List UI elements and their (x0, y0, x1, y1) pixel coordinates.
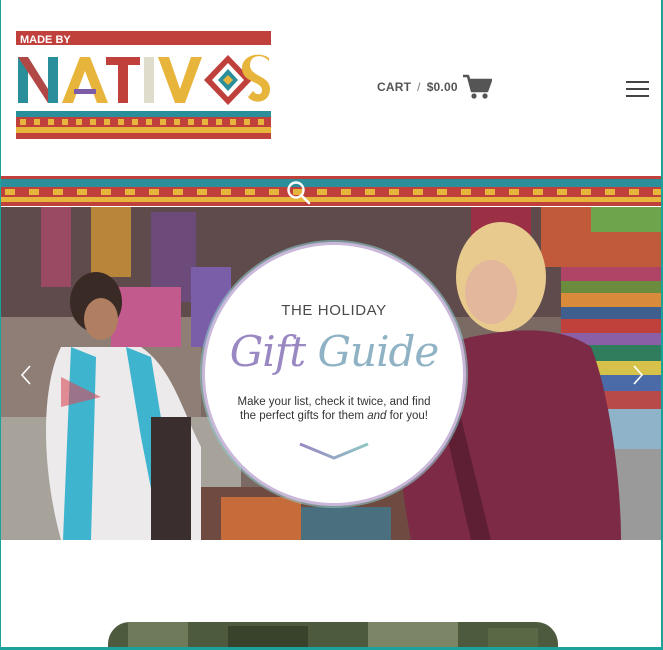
logo-small-text: MADE BY (20, 34, 71, 46)
copy-line2-start: the perfect gifts for them (240, 410, 368, 422)
chevron-right-icon[interactable] (628, 360, 648, 390)
copy-line2-emphasis: and (367, 410, 387, 422)
page-border-left (0, 0, 1, 650)
chevron-left-icon[interactable] (16, 360, 36, 390)
gift-guide-copy-line1: Make your list, check it twice, and find (237, 396, 431, 408)
hamburger-menu-icon[interactable] (626, 78, 650, 98)
next-section-image (108, 622, 558, 650)
site-header: MADE BY CART / $0.00 (0, 0, 663, 176)
logo-wordmark (18, 54, 270, 105)
cart-amount: $0.00 (426, 80, 458, 94)
logo-graphic: MADE BY (16, 31, 271, 139)
gift-guide-eyebrow: THE HOLIDAY (281, 302, 387, 319)
cart-label: CART (377, 80, 412, 94)
cart-link[interactable]: CART / $0.00 (377, 72, 492, 102)
search-icon[interactable] (286, 180, 312, 206)
gift-guide-title-part2: Guide (317, 327, 439, 376)
gift-guide-title: Gift Guide (205, 327, 463, 376)
copy-line2-end: for you! (386, 410, 428, 422)
gift-guide-medallion[interactable]: THE HOLIDAY Gift Guide Make your list, c… (205, 245, 463, 503)
site-logo[interactable]: MADE BY (16, 31, 271, 139)
chevron-down-icon (299, 442, 369, 460)
shopping-cart-icon (462, 74, 492, 99)
decorative-pattern-band (1, 176, 662, 206)
gift-guide-title-part1: Gift (229, 327, 318, 376)
cart-separator: / (417, 80, 421, 94)
gift-guide-copy: Make your list, check it twice, and find… (231, 395, 437, 423)
gift-guide-copy-line2: the perfect gifts for them and for you! (231, 409, 437, 423)
